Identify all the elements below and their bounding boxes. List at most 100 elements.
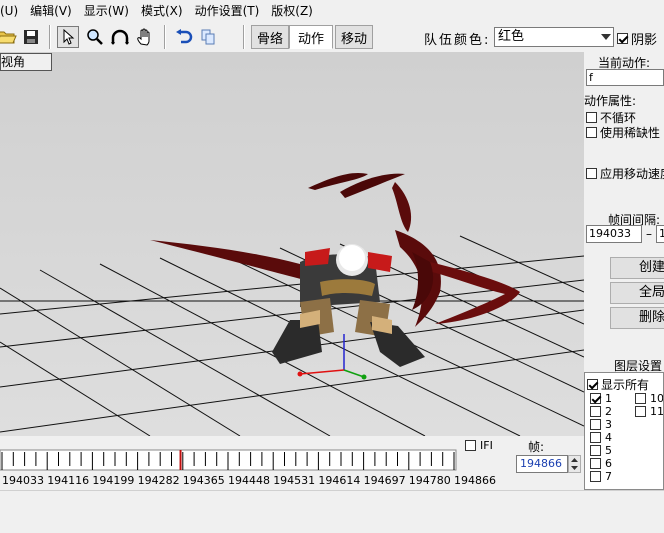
frame-end-value: 1 bbox=[659, 227, 664, 240]
layer-label: 11 bbox=[650, 405, 664, 418]
ifi-checkbox[interactable] bbox=[465, 440, 476, 451]
frame-label: 帧: bbox=[528, 440, 545, 454]
layer-checkbox[interactable] bbox=[590, 419, 601, 430]
layer-checkbox[interactable] bbox=[635, 393, 646, 404]
layer-item[interactable]: 10 bbox=[635, 392, 664, 405]
viewport-scene bbox=[0, 52, 584, 436]
timeline-panel: IFI bbox=[0, 436, 584, 496]
menu-item-copyright[interactable]: 版权(Z) bbox=[265, 0, 319, 22]
timeline-tick-label: 194780 bbox=[408, 474, 451, 487]
zoom-icon[interactable] bbox=[84, 26, 106, 48]
layer-item[interactable]: 2 bbox=[590, 405, 612, 418]
timeline-tick-label: 194033 bbox=[2, 474, 44, 487]
team-color-select[interactable]: 红色 bbox=[494, 27, 614, 47]
layer-checkbox[interactable] bbox=[635, 406, 646, 417]
timeline-tick-label: 194448 bbox=[228, 474, 270, 487]
select-arrow-icon[interactable] bbox=[57, 26, 79, 48]
layer-item[interactable]: 1 bbox=[590, 392, 612, 405]
show-all-row[interactable]: 显示所有 bbox=[587, 376, 649, 393]
layer-label: 3 bbox=[605, 418, 612, 431]
create-button[interactable]: 创建 bbox=[610, 257, 664, 279]
spin-up-icon bbox=[571, 458, 578, 462]
menu-item-u[interactable]: (U) bbox=[0, 0, 24, 22]
chevron-down-icon bbox=[601, 34, 611, 40]
shadow-checkbox-row[interactable]: 阴影 bbox=[617, 29, 657, 48]
copy-icon[interactable] bbox=[197, 26, 219, 48]
tab-action[interactable]: 动作 bbox=[289, 25, 333, 49]
spin-down-icon bbox=[571, 466, 578, 470]
view-button[interactable]: 视角 bbox=[0, 53, 52, 71]
layer-label: 10 bbox=[650, 392, 664, 405]
layer-label: 4 bbox=[605, 431, 612, 444]
show-all-label: 显示所有 bbox=[601, 378, 650, 392]
layer-label: 1 bbox=[605, 392, 612, 405]
shadow-checkbox[interactable] bbox=[617, 33, 628, 44]
ifi-label: IFI bbox=[480, 439, 493, 452]
use-sparse-checkbox[interactable] bbox=[586, 127, 597, 138]
timeline-tick-label: 194199 bbox=[92, 474, 135, 487]
team-color-label: 队伍颜色: bbox=[424, 33, 491, 48]
layer-label: 5 bbox=[605, 444, 612, 457]
apply-move-speed-checkbox[interactable] bbox=[586, 168, 597, 179]
menu-bar: (U) 编辑(V) 显示(W) 模式(X) 动作设置(T) 版权(Z) bbox=[0, 0, 664, 22]
layer-checkbox[interactable] bbox=[590, 393, 601, 404]
layers-list: 显示所有 1234567 10 11 bbox=[584, 372, 664, 490]
undo-icon[interactable] bbox=[173, 26, 195, 48]
frame-spinbox[interactable]: 194866 bbox=[516, 455, 568, 473]
rotate-view-icon[interactable] bbox=[109, 26, 131, 48]
layer-item[interactable]: 5 bbox=[590, 444, 612, 457]
tab-move[interactable]: 移动 bbox=[335, 25, 373, 49]
tab-skeleton[interactable]: 骨络 bbox=[251, 25, 289, 49]
layer-label: 2 bbox=[605, 405, 612, 418]
layer-checkbox[interactable] bbox=[590, 458, 601, 469]
save-icon[interactable] bbox=[20, 26, 42, 48]
timeline-tick-label: 194866 bbox=[454, 474, 496, 487]
menu-item-display[interactable]: 显示(W) bbox=[78, 0, 135, 22]
frame-spinner-buttons[interactable] bbox=[568, 455, 581, 473]
use-sparse-label: 使用稀缺性 bbox=[600, 126, 661, 140]
current-action-field[interactable]: f bbox=[586, 69, 664, 86]
menu-item-action-settings[interactable]: 动作设置(T) bbox=[189, 0, 266, 22]
menu-item-edit[interactable]: 编辑(V) bbox=[24, 0, 78, 22]
layer-item[interactable]: 7 bbox=[590, 470, 612, 483]
timeline-tick-label: 194282 bbox=[137, 474, 180, 487]
status-bar bbox=[0, 490, 664, 533]
shadow-label: 阴影 bbox=[631, 33, 658, 48]
no-loop-checkbox[interactable] bbox=[586, 112, 597, 123]
use-sparse-row[interactable]: 使用稀缺性 bbox=[586, 124, 660, 141]
menu-item-mode[interactable]: 模式(X) bbox=[135, 0, 189, 22]
layers-column-1: 1234567 bbox=[590, 392, 612, 483]
layer-item[interactable]: 4 bbox=[590, 431, 612, 444]
frame-end-field[interactable]: 1 bbox=[656, 225, 664, 243]
layer-checkbox[interactable] bbox=[590, 432, 601, 443]
layer-item[interactable]: 3 bbox=[590, 418, 612, 431]
timeline-tick-label: 194531 bbox=[273, 474, 316, 487]
frame-spinbox-value: 194866 bbox=[520, 457, 562, 470]
frame-start-value: 194033 bbox=[589, 227, 631, 240]
frame-dash: – bbox=[646, 227, 652, 241]
show-all-checkbox[interactable] bbox=[587, 379, 598, 390]
frame-start-field[interactable]: 194033 bbox=[586, 225, 642, 243]
current-action-value: f bbox=[589, 71, 593, 84]
team-color-value: 红色 bbox=[498, 29, 525, 44]
layer-checkbox[interactable] bbox=[590, 471, 601, 482]
3d-viewport[interactable] bbox=[0, 52, 584, 436]
global-button[interactable]: 全局 bbox=[610, 282, 664, 304]
timeline-tick-label: 194365 bbox=[182, 474, 225, 487]
delete-button[interactable]: 删除 bbox=[610, 307, 664, 329]
apply-move-speed-row[interactable]: 应用移动速度 bbox=[586, 165, 664, 182]
toolbar-separator bbox=[49, 25, 51, 49]
open-folder-icon[interactable] bbox=[0, 26, 18, 48]
layer-item[interactable]: 6 bbox=[590, 457, 612, 470]
toolbar-separator bbox=[243, 25, 245, 49]
ifi-row[interactable]: IFI bbox=[465, 439, 493, 452]
layer-label: 6 bbox=[605, 457, 612, 470]
layer-checkbox[interactable] bbox=[590, 406, 601, 417]
timeline-tick-label: 194614 bbox=[318, 474, 361, 487]
layer-item[interactable]: 11 bbox=[635, 405, 664, 418]
apply-move-speed-label: 应用移动速度 bbox=[600, 167, 664, 181]
layer-checkbox[interactable] bbox=[590, 445, 601, 456]
toolbar-separator bbox=[164, 25, 166, 49]
timeline-ruler[interactable] bbox=[0, 448, 460, 474]
pan-hand-icon[interactable] bbox=[134, 26, 156, 48]
